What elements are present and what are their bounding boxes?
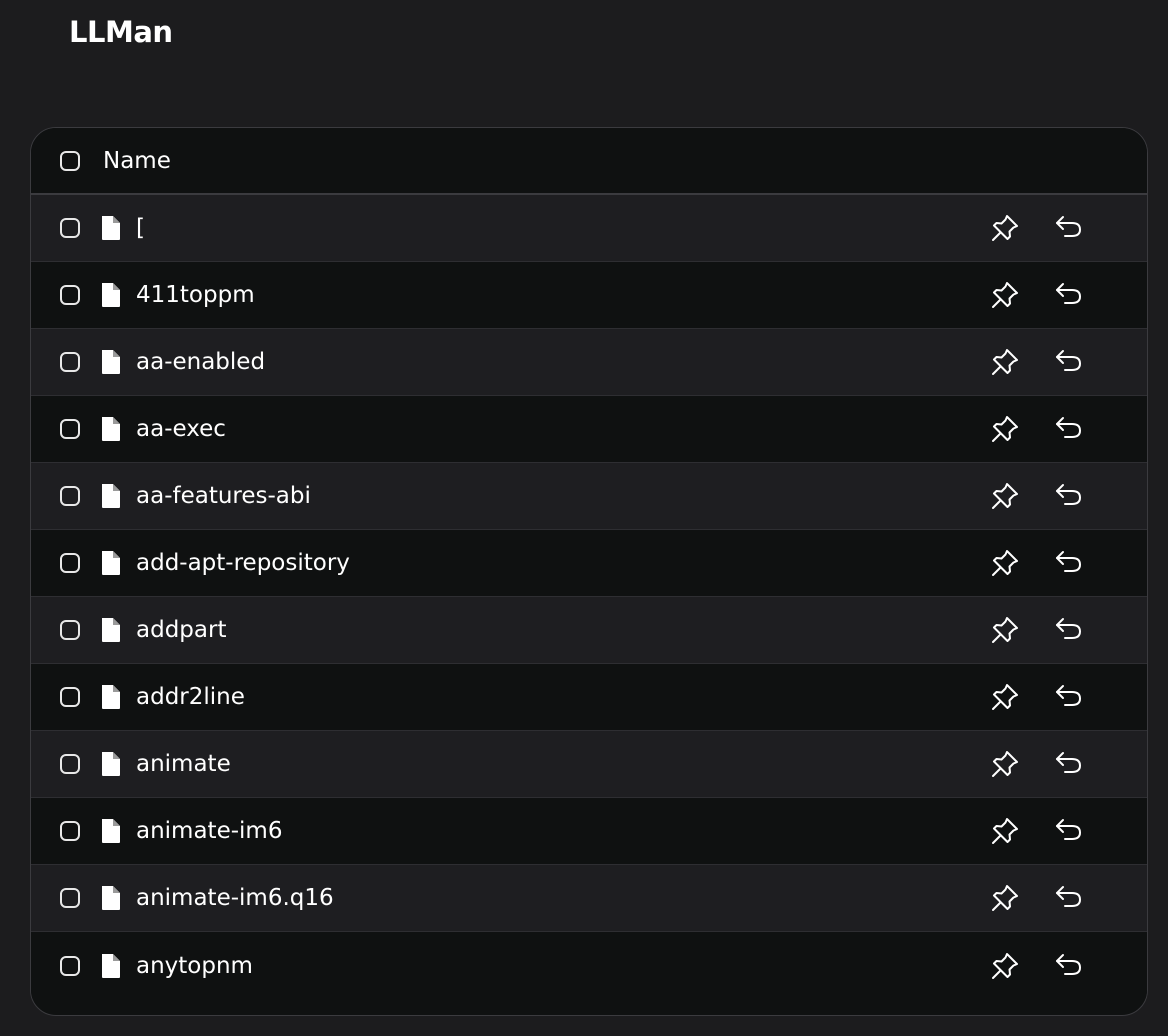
file-name: aa-enabled: [136, 349, 266, 375]
file-icon: [99, 483, 123, 509]
file-icon: [99, 617, 123, 643]
file-name: anytopnm: [136, 952, 253, 979]
column-header-name[interactable]: Name: [103, 148, 171, 174]
row-checkbox[interactable]: [60, 821, 80, 841]
pin-icon[interactable]: [989, 346, 1021, 378]
file-name: animate-im6.q16: [136, 885, 334, 911]
row-checkbox[interactable]: [60, 352, 80, 372]
file-name: aa-features-abi: [136, 483, 311, 509]
table-row[interactable]: [: [31, 195, 1147, 262]
pin-icon[interactable]: [989, 212, 1021, 244]
table-row[interactable]: animate: [31, 731, 1147, 798]
file-name: [: [136, 215, 145, 241]
file-table: Name [411toppm aa-enabled aa-exec aa-fe…: [30, 127, 1148, 1016]
undo-icon[interactable]: [1053, 547, 1085, 579]
file-name: animate-im6: [136, 818, 283, 844]
undo-icon[interactable]: [1053, 413, 1085, 445]
file-name: animate: [136, 751, 231, 777]
file-name: 411toppm: [136, 282, 255, 308]
undo-icon[interactable]: [1053, 614, 1085, 646]
app-title: LLMan: [69, 15, 173, 49]
file-icon: [99, 349, 123, 375]
file-name: addr2line: [136, 684, 245, 710]
table-row[interactable]: anytopnm: [31, 932, 1147, 999]
undo-icon[interactable]: [1053, 480, 1085, 512]
undo-icon[interactable]: [1053, 346, 1085, 378]
select-all-checkbox[interactable]: [60, 150, 80, 171]
row-checkbox[interactable]: [60, 486, 80, 506]
pin-icon[interactable]: [989, 950, 1021, 982]
file-icon: [99, 751, 123, 777]
pin-icon[interactable]: [989, 748, 1021, 780]
file-name: addpart: [136, 617, 227, 643]
row-checkbox[interactable]: [60, 754, 80, 774]
file-icon: [99, 416, 123, 442]
table-row[interactable]: 411toppm: [31, 262, 1147, 329]
table-body: [ 411toppm aa-enabled aa-exec aa-feature…: [31, 195, 1147, 999]
file-icon: [99, 215, 123, 241]
row-checkbox[interactable]: [60, 620, 80, 640]
pin-icon[interactable]: [989, 480, 1021, 512]
undo-icon[interactable]: [1053, 815, 1085, 847]
pin-icon[interactable]: [989, 614, 1021, 646]
file-icon: [99, 885, 123, 911]
file-icon: [99, 684, 123, 710]
table-row[interactable]: aa-enabled: [31, 329, 1147, 396]
table-row[interactable]: add-apt-repository: [31, 530, 1147, 597]
row-checkbox[interactable]: [60, 285, 80, 305]
undo-icon[interactable]: [1053, 950, 1085, 982]
pin-icon[interactable]: [989, 413, 1021, 445]
pin-icon[interactable]: [989, 547, 1021, 579]
row-checkbox[interactable]: [60, 888, 80, 908]
table-row[interactable]: animate-im6.q16: [31, 865, 1147, 932]
undo-icon[interactable]: [1053, 882, 1085, 914]
row-checkbox[interactable]: [60, 553, 80, 573]
file-name: add-apt-repository: [136, 550, 350, 576]
file-icon: [99, 953, 123, 979]
row-checkbox[interactable]: [60, 218, 80, 238]
table-row[interactable]: addr2line: [31, 664, 1147, 731]
file-name: aa-exec: [136, 416, 226, 442]
table-row[interactable]: animate-im6: [31, 798, 1147, 865]
file-icon: [99, 818, 123, 844]
undo-icon[interactable]: [1053, 212, 1085, 244]
pin-icon[interactable]: [989, 882, 1021, 914]
file-icon: [99, 282, 123, 308]
table-row[interactable]: aa-features-abi: [31, 463, 1147, 530]
table-header: Name: [31, 128, 1147, 195]
undo-icon[interactable]: [1053, 279, 1085, 311]
undo-icon[interactable]: [1053, 748, 1085, 780]
file-icon: [99, 550, 123, 576]
table-row[interactable]: aa-exec: [31, 396, 1147, 463]
pin-icon[interactable]: [989, 279, 1021, 311]
table-row[interactable]: addpart: [31, 597, 1147, 664]
undo-icon[interactable]: [1053, 681, 1085, 713]
row-checkbox[interactable]: [60, 687, 80, 707]
row-checkbox[interactable]: [60, 955, 80, 976]
pin-icon[interactable]: [989, 815, 1021, 847]
pin-icon[interactable]: [989, 681, 1021, 713]
row-checkbox[interactable]: [60, 419, 80, 439]
